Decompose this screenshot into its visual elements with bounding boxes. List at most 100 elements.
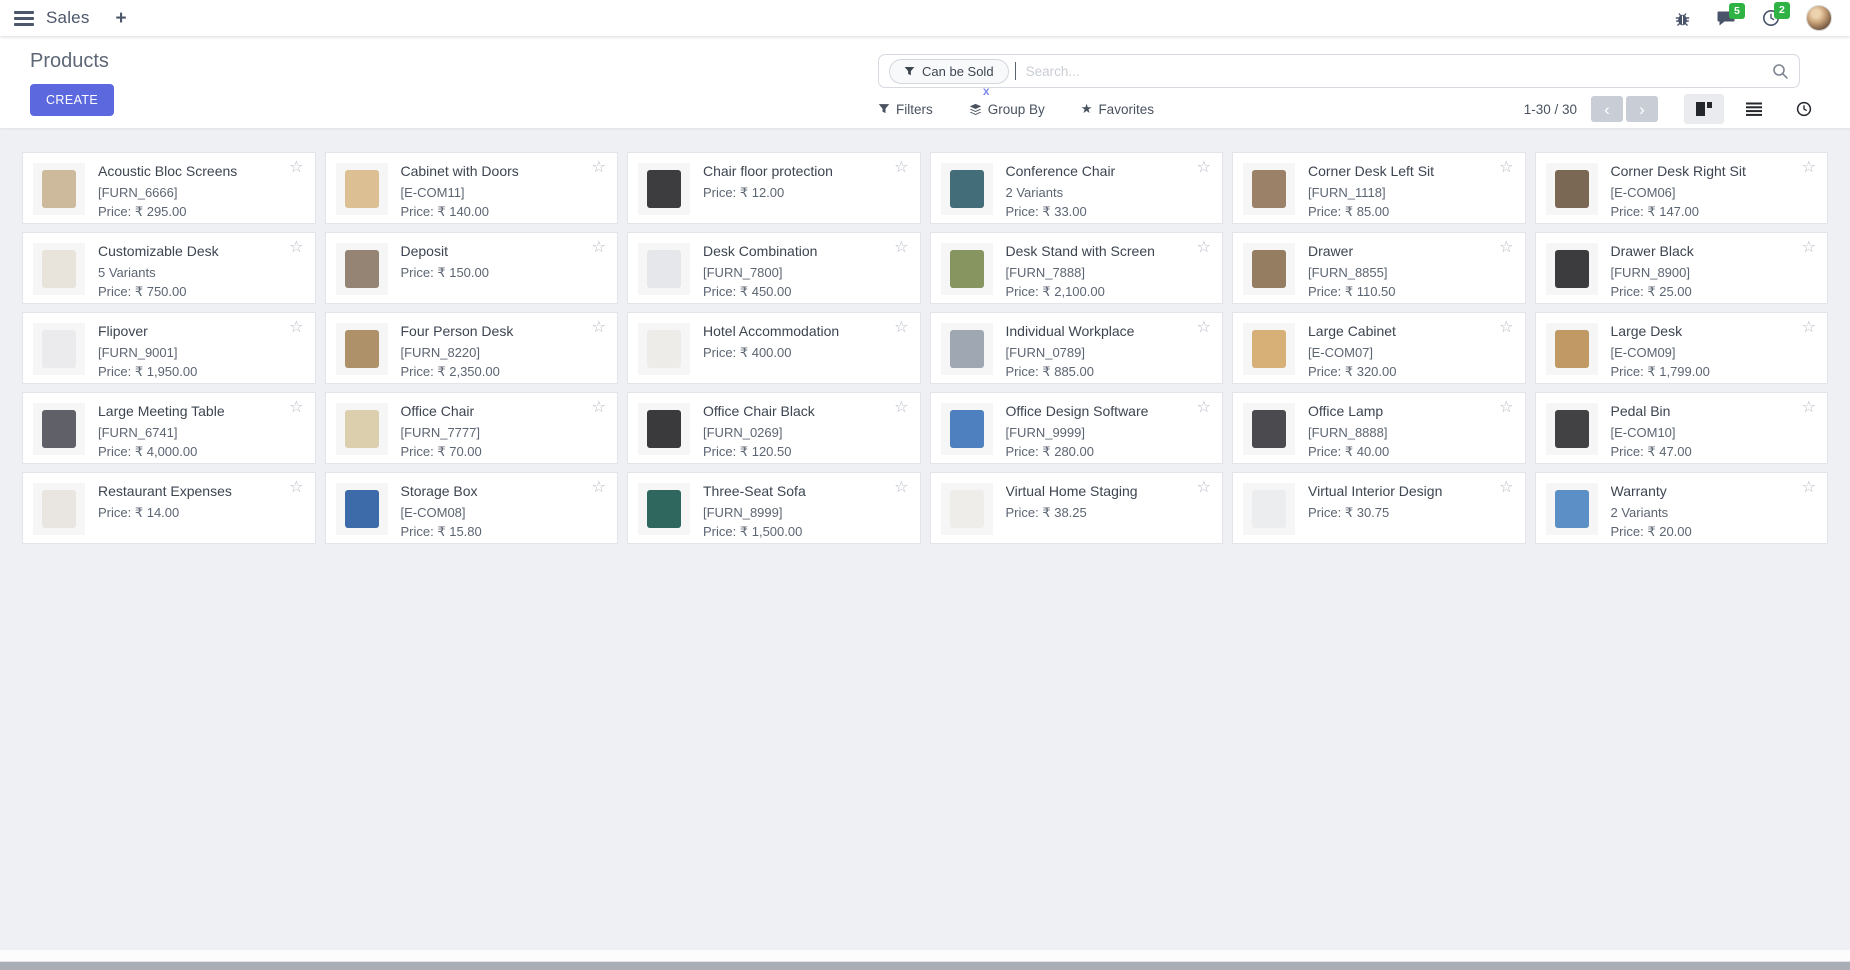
favorite-star-icon[interactable]: ☆ bbox=[1499, 240, 1513, 256]
favorites-button[interactable]: ★ Favorites bbox=[1081, 101, 1154, 117]
product-card[interactable]: Corner Desk Right Sit [E-COM06] Price: ₹… bbox=[1535, 152, 1829, 224]
product-card[interactable]: Cabinet with Doors [E-COM11] Price: ₹ 14… bbox=[325, 152, 619, 224]
product-card[interactable]: Acoustic Bloc Screens [FURN_6666] Price:… bbox=[22, 152, 316, 224]
favorite-star-icon[interactable]: ☆ bbox=[289, 400, 303, 416]
product-card[interactable]: Office Design Software [FURN_9999] Price… bbox=[930, 392, 1224, 464]
product-card[interactable]: Desk Combination [FURN_7800] Price: ₹ 45… bbox=[627, 232, 921, 304]
favorite-star-icon[interactable]: ☆ bbox=[894, 400, 908, 416]
favorite-star-icon[interactable]: ☆ bbox=[592, 480, 606, 496]
product-card[interactable]: Office Chair [FURN_7777] Price: ₹ 70.00 … bbox=[325, 392, 619, 464]
favorite-star-icon[interactable]: ☆ bbox=[1197, 240, 1211, 256]
product-name[interactable]: Large Meeting Table bbox=[98, 403, 247, 421]
activity-view-button[interactable] bbox=[1784, 94, 1824, 124]
product-card[interactable]: Large Desk [E-COM09] Price: ₹ 1,799.00 ☆ bbox=[1535, 312, 1829, 384]
product-name[interactable]: Corner Desk Right Sit bbox=[1611, 163, 1768, 181]
create-button[interactable]: CREATE bbox=[30, 84, 114, 116]
product-name[interactable]: Restaurant Expenses bbox=[98, 483, 254, 501]
product-card[interactable]: Storage Box [E-COM08] Price: ₹ 15.80 ☆ bbox=[325, 472, 619, 544]
product-name[interactable]: Three-Seat Sofa bbox=[703, 483, 828, 501]
pager-previous-button[interactable]: ‹ bbox=[1591, 96, 1623, 122]
product-name[interactable]: Desk Stand with Screen bbox=[1006, 243, 1177, 261]
product-card[interactable]: Office Lamp [FURN_8888] Price: ₹ 40.00 ☆ bbox=[1232, 392, 1526, 464]
product-card[interactable]: Customizable Desk 5 Variants Price: ₹ 75… bbox=[22, 232, 316, 304]
product-card[interactable]: Drawer [FURN_8855] Price: ₹ 110.50 ☆ bbox=[1232, 232, 1526, 304]
product-name[interactable]: Office Lamp bbox=[1308, 403, 1405, 421]
list-view-button[interactable] bbox=[1734, 94, 1774, 124]
product-name[interactable]: Virtual Home Staging bbox=[1006, 483, 1160, 501]
product-card[interactable]: Deposit Price: ₹ 150.00 ☆ bbox=[325, 232, 619, 304]
favorite-star-icon[interactable]: ☆ bbox=[592, 240, 606, 256]
product-card[interactable]: Office Chair Black [FURN_0269] Price: ₹ … bbox=[627, 392, 921, 464]
product-name[interactable]: Large Cabinet bbox=[1308, 323, 1418, 341]
product-name[interactable]: Drawer Black bbox=[1611, 243, 1716, 261]
app-name-sales[interactable]: Sales bbox=[46, 8, 90, 28]
favorite-star-icon[interactable]: ☆ bbox=[592, 400, 606, 416]
favorite-star-icon[interactable]: ☆ bbox=[1802, 160, 1816, 176]
product-name[interactable]: Four Person Desk bbox=[401, 323, 536, 341]
messages-chat-icon[interactable]: 5 bbox=[1717, 10, 1736, 27]
favorite-star-icon[interactable]: ☆ bbox=[1197, 320, 1211, 336]
user-avatar[interactable] bbox=[1806, 5, 1832, 31]
product-name[interactable]: Office Design Software bbox=[1006, 403, 1171, 421]
product-name[interactable]: Drawer bbox=[1308, 243, 1396, 261]
product-card[interactable]: Hotel Accommodation Price: ₹ 400.00 ☆ bbox=[627, 312, 921, 384]
favorite-star-icon[interactable]: ☆ bbox=[1802, 480, 1816, 496]
product-name[interactable]: Deposit bbox=[401, 243, 490, 261]
favorite-star-icon[interactable]: ☆ bbox=[1499, 160, 1513, 176]
filters-button[interactable]: Filters bbox=[878, 102, 933, 117]
product-card[interactable]: Flipover [FURN_9001] Price: ₹ 1,950.00 ☆ bbox=[22, 312, 316, 384]
favorite-star-icon[interactable]: ☆ bbox=[1197, 480, 1211, 496]
favorite-star-icon[interactable]: ☆ bbox=[592, 160, 606, 176]
favorite-star-icon[interactable]: ☆ bbox=[1802, 240, 1816, 256]
product-card[interactable]: Corner Desk Left Sit [FURN_1118] Price: … bbox=[1232, 152, 1526, 224]
product-card[interactable]: Large Cabinet [E-COM07] Price: ₹ 320.00 … bbox=[1232, 312, 1526, 384]
favorite-star-icon[interactable]: ☆ bbox=[1197, 400, 1211, 416]
product-name[interactable]: Hotel Accommodation bbox=[703, 323, 861, 341]
kanban-view-button[interactable] bbox=[1684, 94, 1724, 124]
group-by-button[interactable]: Group By bbox=[969, 102, 1045, 117]
product-name[interactable]: Pedal Bin bbox=[1611, 403, 1693, 421]
product-name[interactable]: Flipover bbox=[98, 323, 197, 341]
product-card[interactable]: Conference Chair 2 Variants Price: ₹ 33.… bbox=[930, 152, 1224, 224]
product-name[interactable]: Customizable Desk bbox=[98, 243, 241, 261]
product-card[interactable]: Chair floor protection Price: ₹ 12.00 ☆ bbox=[627, 152, 921, 224]
favorite-star-icon[interactable]: ☆ bbox=[894, 480, 908, 496]
product-name[interactable]: Virtual Interior Design bbox=[1308, 483, 1464, 501]
favorite-star-icon[interactable]: ☆ bbox=[592, 320, 606, 336]
product-card[interactable]: Restaurant Expenses Price: ₹ 14.00 ☆ bbox=[22, 472, 316, 544]
product-name[interactable]: Office Chair bbox=[401, 403, 497, 421]
product-card[interactable]: Warranty 2 Variants Price: ₹ 20.00 ☆ bbox=[1535, 472, 1829, 544]
horizontal-scrollbar-thumb[interactable] bbox=[0, 962, 1850, 970]
search-icon[interactable] bbox=[1772, 63, 1789, 80]
product-card[interactable]: Drawer Black [FURN_8900] Price: ₹ 25.00 … bbox=[1535, 232, 1829, 304]
favorite-star-icon[interactable]: ☆ bbox=[289, 320, 303, 336]
product-name[interactable]: Acoustic Bloc Screens bbox=[98, 163, 259, 181]
favorite-star-icon[interactable]: ☆ bbox=[894, 240, 908, 256]
product-card[interactable]: Large Meeting Table [FURN_6741] Price: ₹… bbox=[22, 392, 316, 464]
add-tab-icon[interactable]: + bbox=[116, 9, 127, 28]
favorite-star-icon[interactable]: ☆ bbox=[1499, 320, 1513, 336]
search-facet-can-be-sold[interactable]: Can be Sold x bbox=[889, 59, 1009, 84]
favorite-star-icon[interactable]: ☆ bbox=[894, 320, 908, 336]
horizontal-scrollbar[interactable] bbox=[0, 961, 1850, 970]
debug-bug-icon[interactable] bbox=[1674, 10, 1691, 27]
product-card[interactable]: Three-Seat Sofa [FURN_8999] Price: ₹ 1,5… bbox=[627, 472, 921, 544]
product-card[interactable]: Desk Stand with Screen [FURN_7888] Price… bbox=[930, 232, 1224, 304]
favorite-star-icon[interactable]: ☆ bbox=[289, 160, 303, 176]
apps-menu-icon[interactable] bbox=[14, 11, 34, 26]
product-name[interactable]: Warranty bbox=[1611, 483, 1692, 501]
product-name[interactable]: Cabinet with Doors bbox=[401, 163, 541, 181]
favorite-star-icon[interactable]: ☆ bbox=[289, 480, 303, 496]
favorite-star-icon[interactable]: ☆ bbox=[1499, 400, 1513, 416]
search-input[interactable] bbox=[1024, 63, 1766, 80]
product-name[interactable]: Large Desk bbox=[1611, 323, 1710, 341]
product-card[interactable]: Individual Workplace [FURN_0789] Price: … bbox=[930, 312, 1224, 384]
product-name[interactable]: Conference Chair bbox=[1006, 163, 1138, 181]
favorite-star-icon[interactable]: ☆ bbox=[894, 160, 908, 176]
product-card[interactable]: Four Person Desk [FURN_8220] Price: ₹ 2,… bbox=[325, 312, 619, 384]
product-name[interactable]: Individual Workplace bbox=[1006, 323, 1157, 341]
product-card[interactable]: Virtual Home Staging Price: ₹ 38.25 ☆ bbox=[930, 472, 1224, 544]
favorite-star-icon[interactable]: ☆ bbox=[1499, 480, 1513, 496]
pager-next-button[interactable]: › bbox=[1626, 96, 1658, 122]
product-name[interactable]: Desk Combination bbox=[703, 243, 839, 261]
